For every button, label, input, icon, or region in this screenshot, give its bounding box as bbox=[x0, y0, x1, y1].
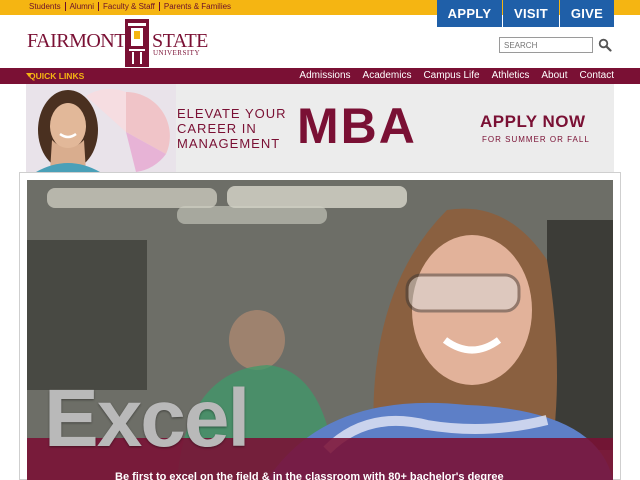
hero-headline: Excel bbox=[44, 373, 250, 464]
apply-button[interactable]: APPLY bbox=[437, 0, 502, 27]
banner-apply-now[interactable]: APPLY NOW bbox=[480, 112, 586, 132]
give-button[interactable]: GIVE bbox=[560, 0, 614, 27]
banner-mba-title: MBA bbox=[297, 98, 417, 154]
hero-caption: Be first to excel on the field & in the … bbox=[115, 471, 504, 480]
nav-item-campus-life[interactable]: Campus Life bbox=[423, 70, 479, 81]
search-icon[interactable] bbox=[598, 38, 612, 52]
search-input[interactable] bbox=[499, 37, 593, 53]
nav-item-athletics[interactable]: Athletics bbox=[492, 70, 530, 81]
utility-links: Students Alumni Faculty & Staff Parents … bbox=[29, 2, 231, 11]
banner-tagline: ELEVATE YOUR CAREER IN MANAGEMENT bbox=[177, 106, 297, 151]
nav-item-about[interactable]: About bbox=[541, 70, 567, 81]
utility-link-faculty-staff[interactable]: Faculty & Staff bbox=[103, 2, 155, 11]
student-portrait-image bbox=[26, 84, 176, 172]
utility-link-students[interactable]: Students bbox=[29, 2, 61, 11]
divider bbox=[64, 2, 66, 11]
quick-links-toggle[interactable]: QUICK LINKS bbox=[29, 71, 84, 81]
logo-word-fairmont: FAIRMONT bbox=[27, 30, 126, 52]
nav-item-contact[interactable]: Contact bbox=[580, 70, 614, 81]
banner-tagline-line3: MANAGEMENT bbox=[177, 136, 281, 151]
university-logo[interactable]: FAIRMONT STATE UNIVERSITY bbox=[27, 19, 208, 67]
banner-tagline-line1: ELEVATE YOUR bbox=[177, 106, 287, 121]
visit-button[interactable]: VISIT bbox=[503, 0, 559, 27]
divider bbox=[158, 2, 160, 11]
nav-item-admissions[interactable]: Admissions bbox=[299, 70, 350, 81]
logo-word-university: UNIVERSITY bbox=[153, 49, 200, 57]
nav-menu: Admissions Academics Campus Life Athleti… bbox=[287, 70, 614, 81]
banner-tagline-line2: CAREER IN bbox=[177, 121, 257, 136]
main-nav: QUICK LINKS Admissions Academics Campus … bbox=[0, 68, 640, 84]
utility-link-parents-families[interactable]: Parents & Families bbox=[164, 2, 231, 11]
nav-item-academics[interactable]: Academics bbox=[363, 70, 412, 81]
mba-promo-banner[interactable]: ELEVATE YOUR CAREER IN MANAGEMENT MBA AP… bbox=[26, 84, 614, 172]
bell-tower-icon bbox=[125, 19, 149, 67]
banner-subtext: FOR SUMMER OR FALL bbox=[482, 135, 590, 144]
divider bbox=[98, 2, 100, 11]
utility-link-alumni[interactable]: Alumni bbox=[70, 2, 94, 11]
